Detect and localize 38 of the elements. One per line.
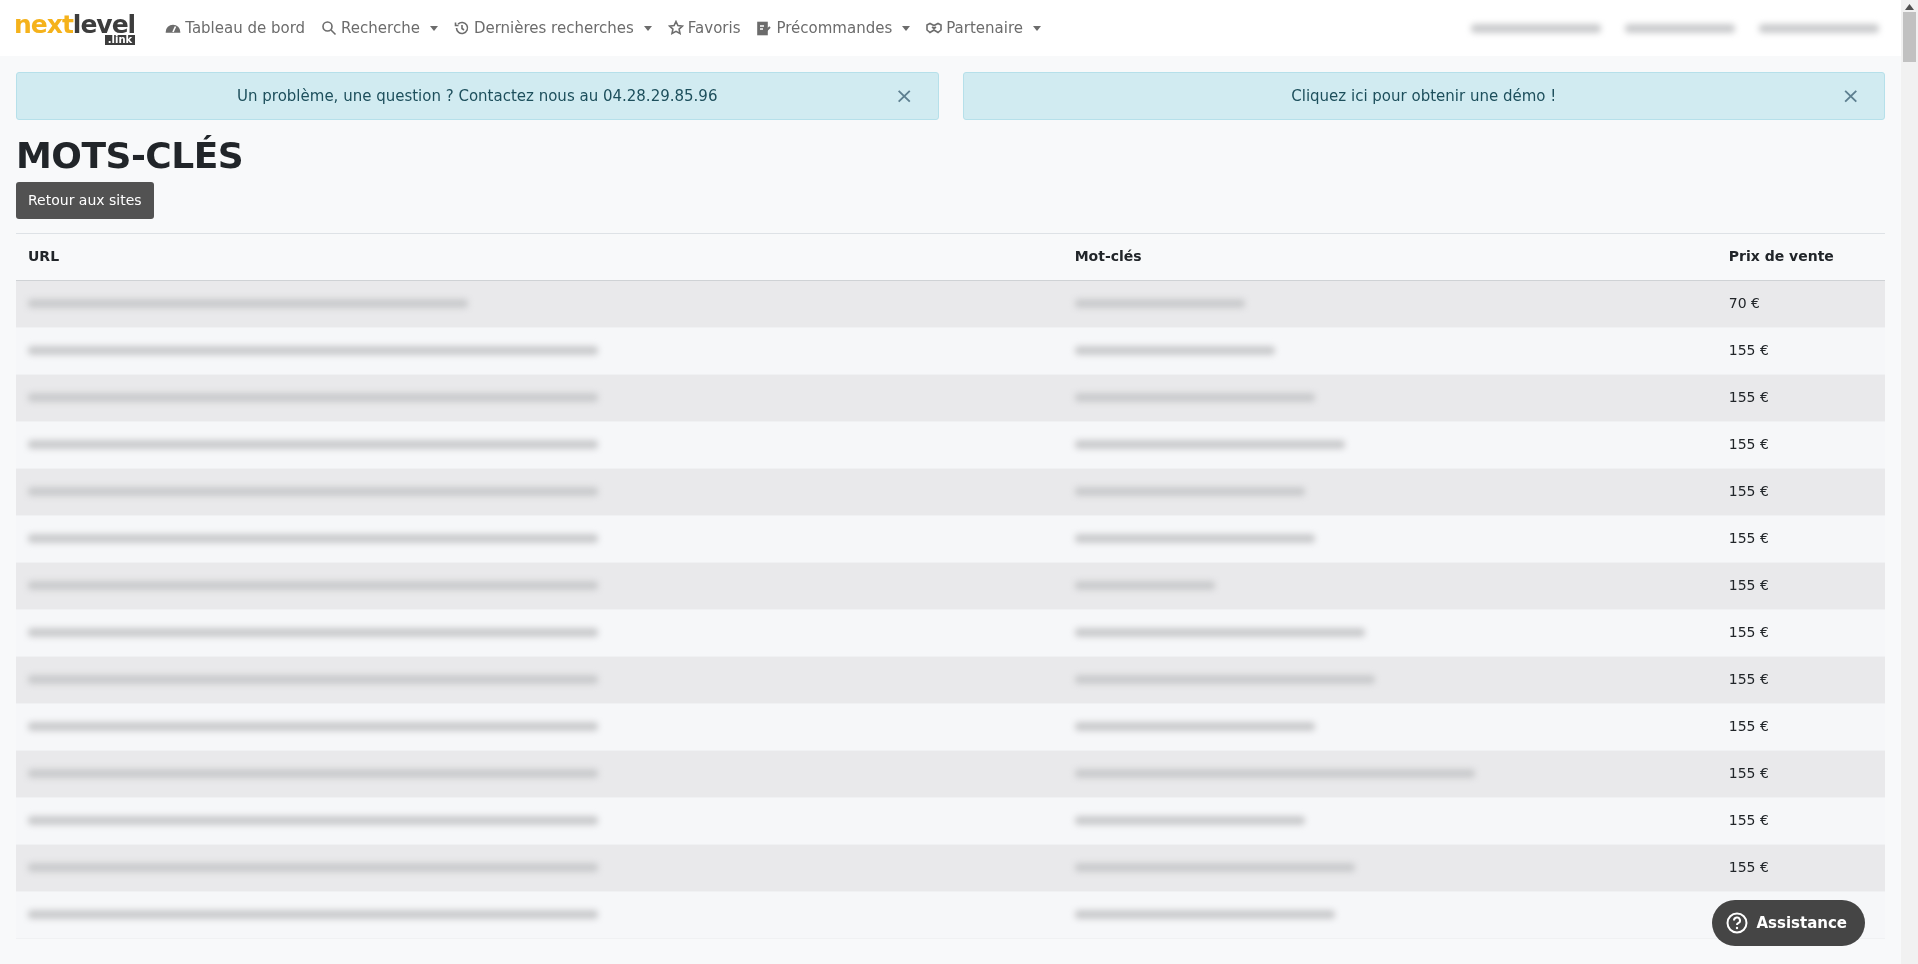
scrollbar-thumb[interactable]	[1903, 12, 1916, 62]
price-cell: 155 €	[1728, 812, 1769, 829]
close-button[interactable]: ×	[1837, 85, 1864, 107]
close-button[interactable]: ×	[891, 85, 918, 107]
scroll-up-icon[interactable]	[1905, 4, 1914, 10]
history-icon	[453, 20, 470, 36]
column-header: Prix de vente	[1716, 233, 1885, 281]
price-cell: 155 €	[1728, 671, 1769, 688]
price-cell: 155 €	[1728, 436, 1769, 453]
price-cell: 155 €	[1728, 577, 1769, 594]
alert-text: Un problème, une question ? Contactez nous au 04.28.29.85.96	[237, 85, 718, 107]
price-cell: 155 €	[1728, 389, 1769, 406]
nav-link[interactable]: Tableau de bord	[157, 10, 314, 46]
price-cell: 155 €	[1728, 342, 1769, 359]
price-cell: 155 €	[1728, 859, 1769, 876]
back-button[interactable]: Retour aux sites	[16, 181, 154, 219]
nav-dropdown[interactable]: Recherche	[313, 10, 446, 46]
page-title: MOTS-CLÉS	[16, 136, 245, 176]
price-cell: 155 €	[1728, 483, 1769, 500]
price-cell: 70 €	[1728, 295, 1760, 312]
nav-dropdown[interactable]: Précommandes	[748, 10, 919, 46]
help-icon	[1726, 912, 1749, 934]
price-cell: 155 €	[1728, 530, 1769, 547]
price-cell: 155 €	[1728, 624, 1769, 641]
search-icon	[321, 20, 338, 36]
handshake-icon	[926, 20, 943, 36]
alert-text: Cliquez ici pour obtenir une démo !	[1291, 85, 1557, 107]
assistance-button[interactable]: Assistance	[1712, 900, 1865, 946]
nav-dropdown[interactable]: Partenaire	[918, 10, 1049, 46]
column-header: Mot-clés	[1062, 233, 1717, 281]
nav-link[interactable]: Favoris	[659, 10, 749, 46]
logo[interactable]: nextlevel .link	[14, 11, 136, 45]
clipboard-pen-icon	[756, 20, 773, 36]
column-header: URL	[16, 233, 1063, 281]
price-cell: 155 €	[1728, 765, 1769, 782]
nav-dropdown[interactable]: Dernières recherches	[445, 10, 660, 46]
price-cell: 155 €	[1728, 718, 1769, 735]
star-icon	[667, 20, 684, 36]
